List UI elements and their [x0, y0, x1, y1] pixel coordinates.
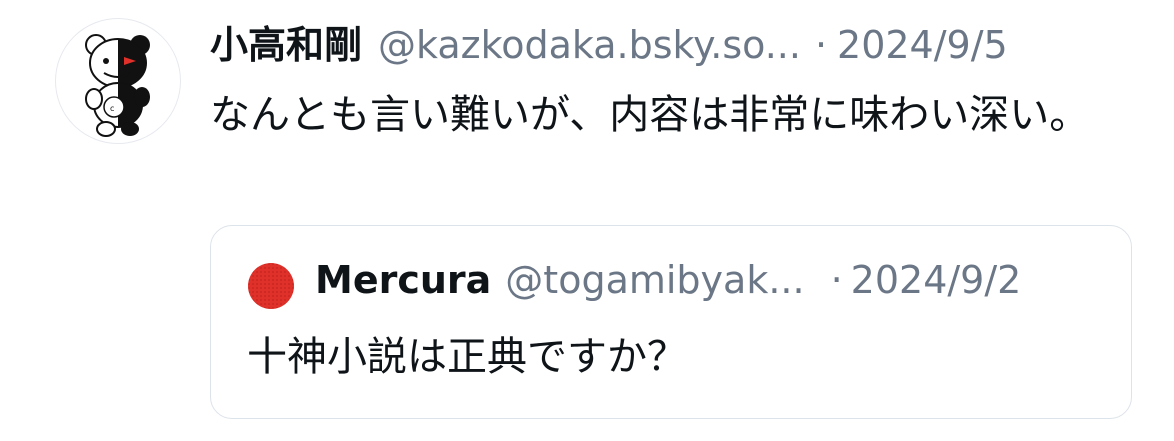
quoted-author-handle[interactable]: @togamibyak... — [505, 258, 804, 302]
quoted-post-date[interactable]: 2024/9/2 — [851, 258, 1022, 302]
quoted-post-text: 十神小説は正典ですか？ — [247, 334, 687, 380]
red-circle-avatar-icon — [248, 263, 294, 309]
header-separator: · — [814, 23, 828, 67]
quoted-header-separator: · — [830, 258, 843, 302]
author-name[interactable]: 小高和剛 — [210, 14, 362, 69]
post-date[interactable]: 2024/9/5 — [837, 23, 1008, 67]
post-text: なんとも言い難いが、内容は非常に味わい深い。 — [210, 92, 1090, 138]
monokuma-bear-avatar-icon: c — [85, 34, 150, 137]
post-header: 小高和剛 @kazkodaka.bsky.so... · 2024/9/5 — [210, 14, 1154, 74]
author-avatar[interactable]: c — [55, 18, 181, 144]
svg-text:c: c — [110, 104, 114, 113]
quoted-post-card[interactable]: Mercura @togamibyak... · 2024/9/2 十神小説は正… — [210, 225, 1132, 419]
quoted-post-header: Mercura @togamibyak... · 2024/9/2 — [315, 258, 1115, 314]
quoted-author-avatar[interactable] — [247, 262, 295, 310]
quoted-author-name[interactable]: Mercura — [315, 258, 491, 302]
author-handle[interactable]: @kazkodaka.bsky.so... — [378, 23, 801, 67]
